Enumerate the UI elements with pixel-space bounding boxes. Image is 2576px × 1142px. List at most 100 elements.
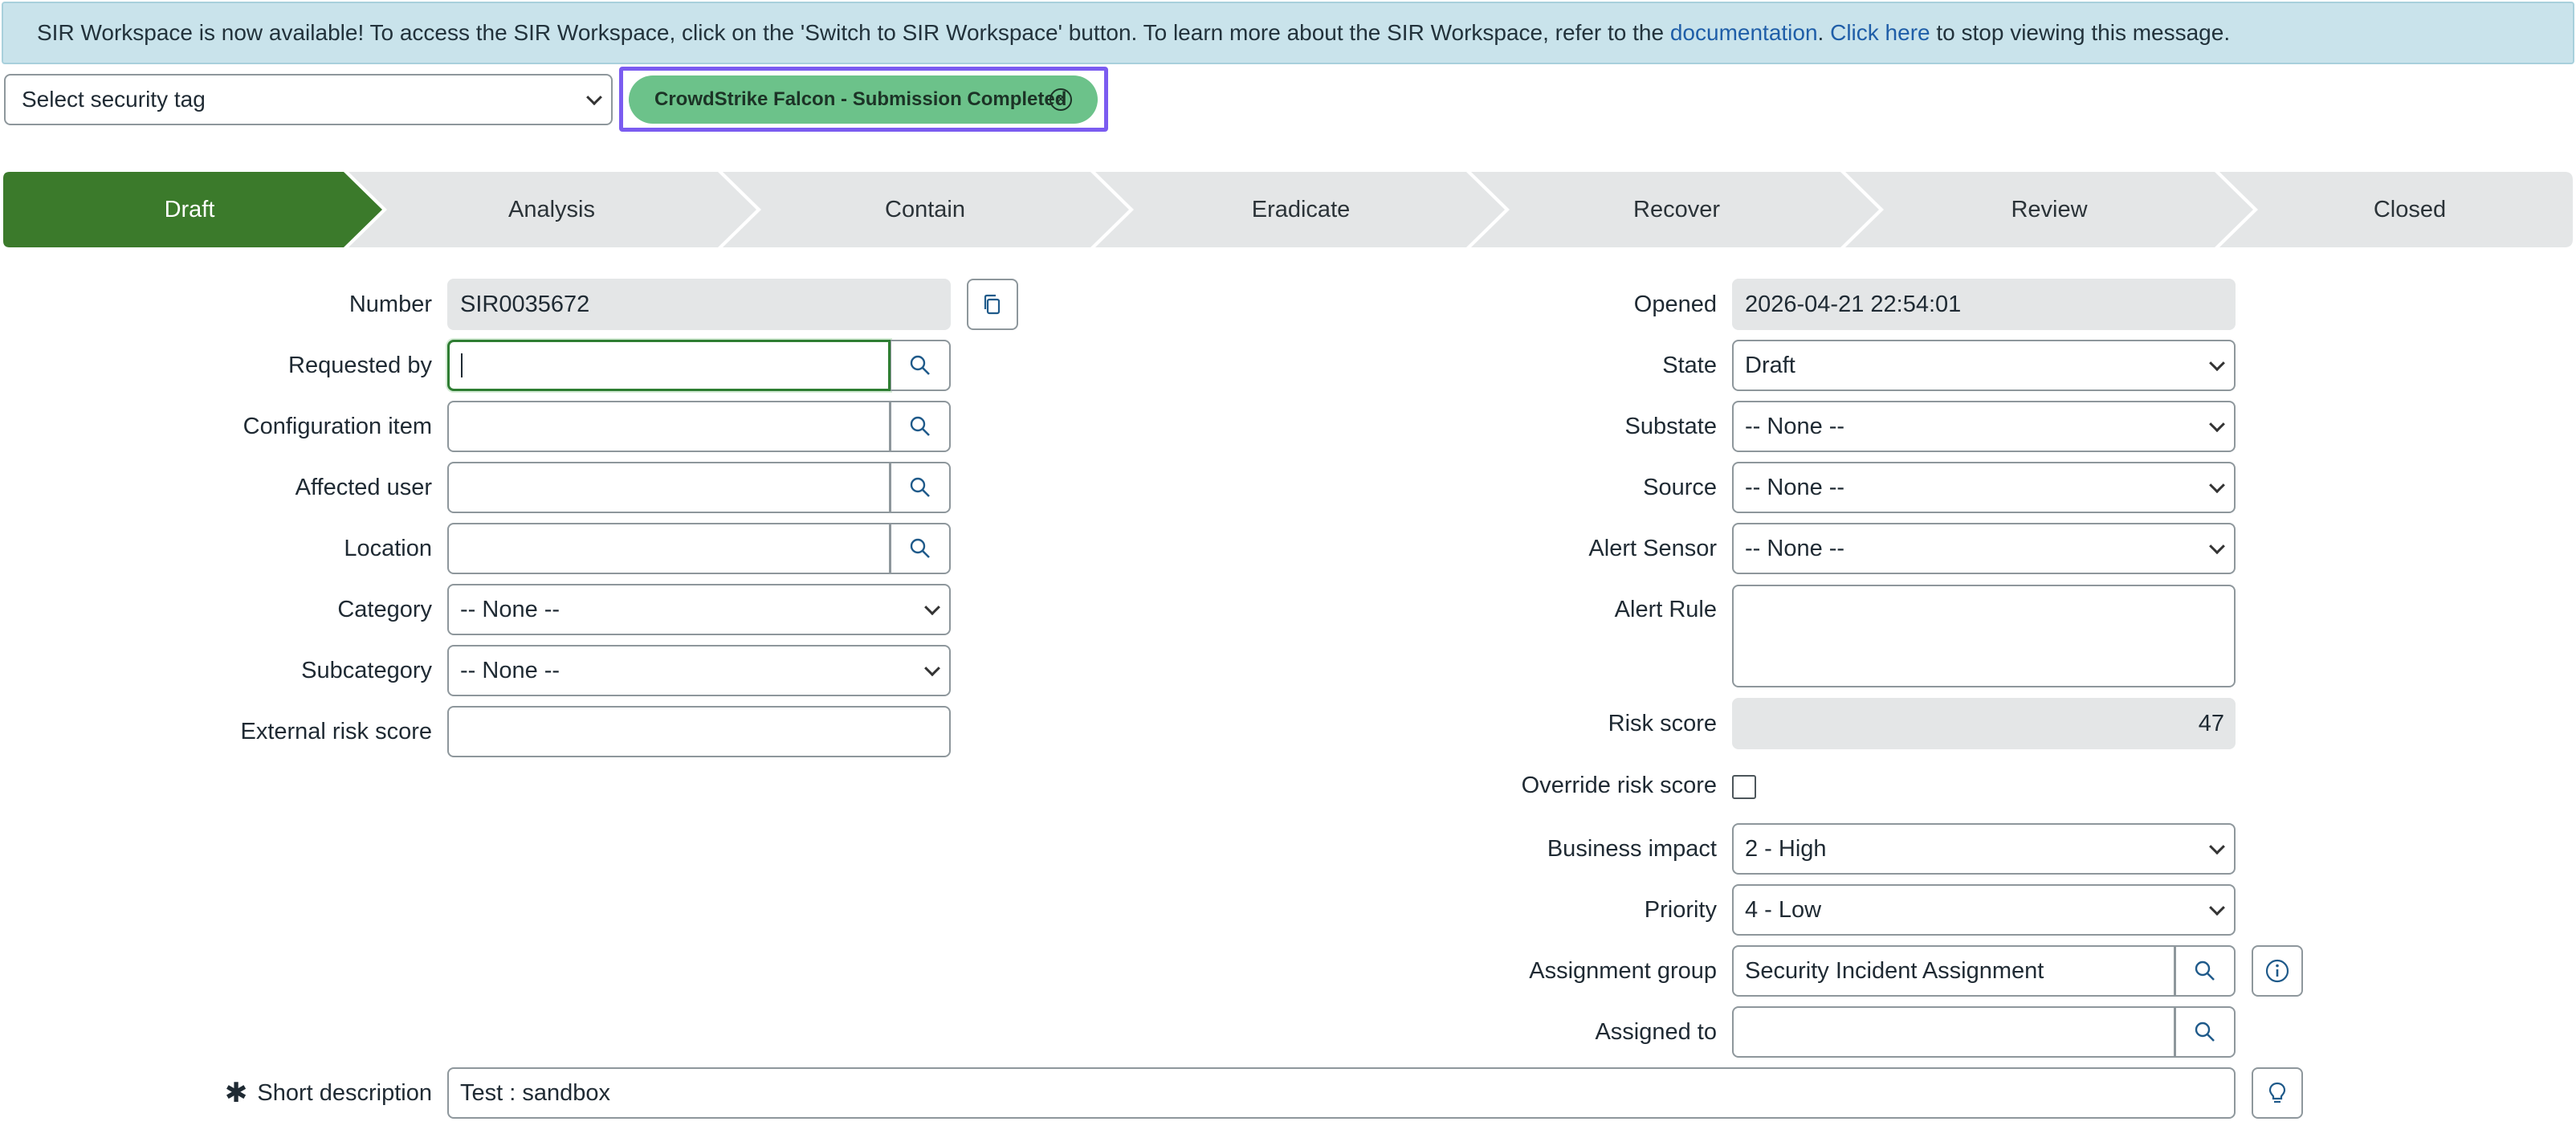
copy-number-button[interactable] — [967, 279, 1018, 330]
affected-user-label: Affected user — [295, 474, 432, 500]
assignment-group-value: Security Incident Assignment — [1745, 957, 2044, 984]
priority-value: 4 - Low — [1745, 896, 1822, 923]
close-circle-icon[interactable]: × — [1050, 88, 1072, 111]
stage-analysis[interactable]: Analysis — [365, 172, 739, 247]
requested-by-input[interactable] — [447, 340, 891, 391]
chevron-down-icon — [2209, 477, 2225, 494]
assignment-group-info-button[interactable] — [2252, 945, 2303, 997]
stage-recover[interactable]: Recover — [1490, 172, 1863, 247]
alert-rule-label: Alert Rule — [1614, 596, 1717, 622]
location-lookup-button[interactable] — [891, 523, 951, 574]
substate-label: Substate — [1624, 413, 1717, 439]
opened-value: 2026-04-21 22:54:01 — [1745, 291, 1962, 317]
workspace-banner: SIR Workspace is now available! To acces… — [2, 2, 2574, 64]
text-cursor — [461, 353, 463, 377]
stage-contain[interactable]: Contain — [739, 172, 1111, 247]
security-tag-label: CrowdStrike Falcon - Submission Complete… — [654, 88, 1067, 110]
state-value: Draft — [1745, 352, 1795, 378]
risk-score-value: 47 — [2198, 710, 2224, 736]
documentation-link[interactable]: documentation — [1670, 20, 1818, 46]
security-tag-placeholder: Select security tag — [22, 87, 206, 112]
banner-text-start: SIR Workspace is now available! To acces… — [37, 20, 1670, 45]
alert-sensor-value: -- None -- — [1745, 535, 1845, 561]
risk-score-label: Risk score — [1608, 710, 1717, 736]
alert-sensor-select[interactable]: -- None -- — [1732, 523, 2236, 574]
business-impact-label: Business impact — [1547, 835, 1717, 862]
banner-text-end: to stop viewing this message. — [1930, 20, 2231, 45]
priority-select[interactable]: 4 - Low — [1732, 884, 2236, 936]
override-risk-score-label: Override risk score — [1521, 772, 1717, 798]
business-impact-value: 2 - High — [1745, 835, 1827, 862]
override-risk-score-checkbox[interactable] — [1732, 775, 1756, 799]
assigned-to-label: Assigned to — [1595, 1018, 1717, 1045]
external-risk-score-label: External risk score — [240, 718, 432, 744]
alert-sensor-label: Alert Sensor — [1588, 535, 1717, 561]
chevron-down-icon — [924, 599, 940, 616]
opened-field: 2026-04-21 22:54:01 — [1732, 279, 2236, 330]
search-icon — [910, 416, 930, 436]
number-label: Number — [348, 291, 432, 317]
number-value: SIR0035672 — [460, 291, 590, 317]
assignment-group-lookup-button[interactable] — [2175, 945, 2236, 997]
configuration-item-lookup-button[interactable] — [891, 401, 951, 452]
substate-value: -- None -- — [1745, 413, 1845, 439]
configuration-item-input[interactable] — [447, 401, 891, 452]
chevron-down-icon — [586, 89, 602, 106]
subcategory-value: -- None -- — [460, 657, 560, 683]
substate-select[interactable]: -- None -- — [1732, 401, 2236, 452]
subcategory-label: Subcategory — [301, 657, 432, 683]
subcategory-select[interactable]: -- None -- — [447, 645, 951, 696]
external-risk-score-input[interactable] — [447, 706, 951, 757]
short-description-input[interactable]: Test : sandbox — [447, 1067, 2236, 1119]
chevron-down-icon — [2209, 838, 2225, 855]
stage-closed[interactable]: Closed — [2236, 172, 2576, 247]
security-tag-pill[interactable]: CrowdStrike Falcon - Submission Complete… — [629, 75, 1098, 124]
alert-rule-textarea[interactable] — [1732, 585, 2236, 687]
category-value: -- None -- — [460, 596, 560, 622]
stage-draft[interactable]: Draft — [3, 172, 376, 247]
assigned-to-lookup-button[interactable] — [2175, 1006, 2236, 1058]
stage-review[interactable]: Review — [1863, 172, 2236, 247]
affected-user-lookup-button[interactable] — [891, 462, 951, 513]
requested-by-lookup-button[interactable] — [891, 340, 951, 391]
search-icon — [2195, 961, 2215, 981]
stage-eradicate[interactable]: Eradicate — [1115, 172, 1487, 247]
state-select[interactable]: Draft — [1732, 340, 2236, 391]
suggestion-button[interactable] — [2252, 1067, 2303, 1119]
search-icon — [910, 355, 930, 375]
chevron-down-icon — [2209, 899, 2225, 916]
business-impact-select[interactable]: 2 - High — [1732, 823, 2236, 875]
source-value: -- None -- — [1745, 474, 1845, 500]
chevron-down-icon — [2209, 355, 2225, 372]
priority-label: Priority — [1644, 896, 1717, 923]
copy-icon — [984, 294, 1001, 315]
source-label: Source — [1643, 474, 1717, 500]
configuration-item-label: Configuration item — [243, 413, 432, 439]
search-icon — [2195, 1022, 2215, 1042]
assignment-group-label: Assignment group — [1529, 957, 1717, 984]
location-input[interactable] — [447, 523, 891, 574]
banner-text-mid: . — [1817, 20, 1831, 45]
short-description-label-text: Short description — [257, 1079, 432, 1106]
search-icon — [910, 538, 930, 558]
requested-by-label: Requested by — [288, 352, 432, 378]
category-label: Category — [337, 596, 432, 622]
dismiss-banner-link[interactable]: Click here — [1830, 20, 1930, 46]
affected-user-input[interactable] — [447, 462, 891, 513]
opened-label: Opened — [1633, 291, 1717, 317]
security-tag-select[interactable]: Select security tag — [4, 74, 613, 125]
process-flow: Draft Analysis Contain Eradicate Recover… — [3, 172, 2573, 247]
mandatory-asterisk-icon: ✱ — [224, 1078, 248, 1108]
state-label: State — [1662, 352, 1717, 378]
source-select[interactable]: -- None -- — [1732, 462, 2236, 513]
assignment-group-input[interactable]: Security Incident Assignment — [1732, 945, 2175, 997]
category-select[interactable]: -- None -- — [447, 584, 951, 635]
chevron-down-icon — [2209, 416, 2225, 433]
risk-score-field: 47 — [1732, 698, 2236, 749]
lightbulb-icon — [2268, 1082, 2286, 1103]
chevron-down-icon — [924, 660, 940, 677]
chevron-down-icon — [2209, 538, 2225, 555]
short-description-value: Test : sandbox — [460, 1079, 610, 1106]
assigned-to-input[interactable] — [1732, 1006, 2175, 1058]
search-icon — [910, 477, 930, 497]
